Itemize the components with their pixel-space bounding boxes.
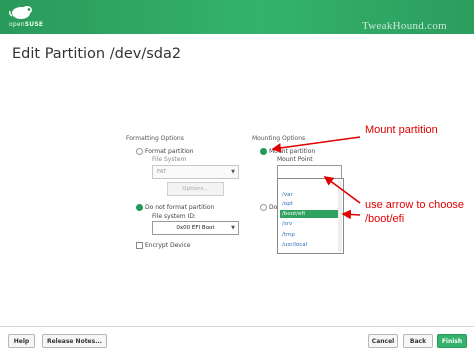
- finish-button[interactable]: Finish: [437, 334, 467, 348]
- help-button[interactable]: Help: [8, 334, 35, 348]
- back-button[interactable]: Back: [403, 334, 433, 348]
- release-notes-button[interactable]: Release Notes...: [42, 334, 107, 348]
- cancel-button[interactable]: Cancel: [368, 334, 398, 348]
- footer-separator: [0, 326, 474, 327]
- annotation-arrows: [271, 136, 361, 220]
- arrow-to-boot-efi: [341, 209, 361, 220]
- arrow-to-mount-partition: [271, 136, 361, 153]
- arrow-to-mount-point: [323, 176, 361, 204]
